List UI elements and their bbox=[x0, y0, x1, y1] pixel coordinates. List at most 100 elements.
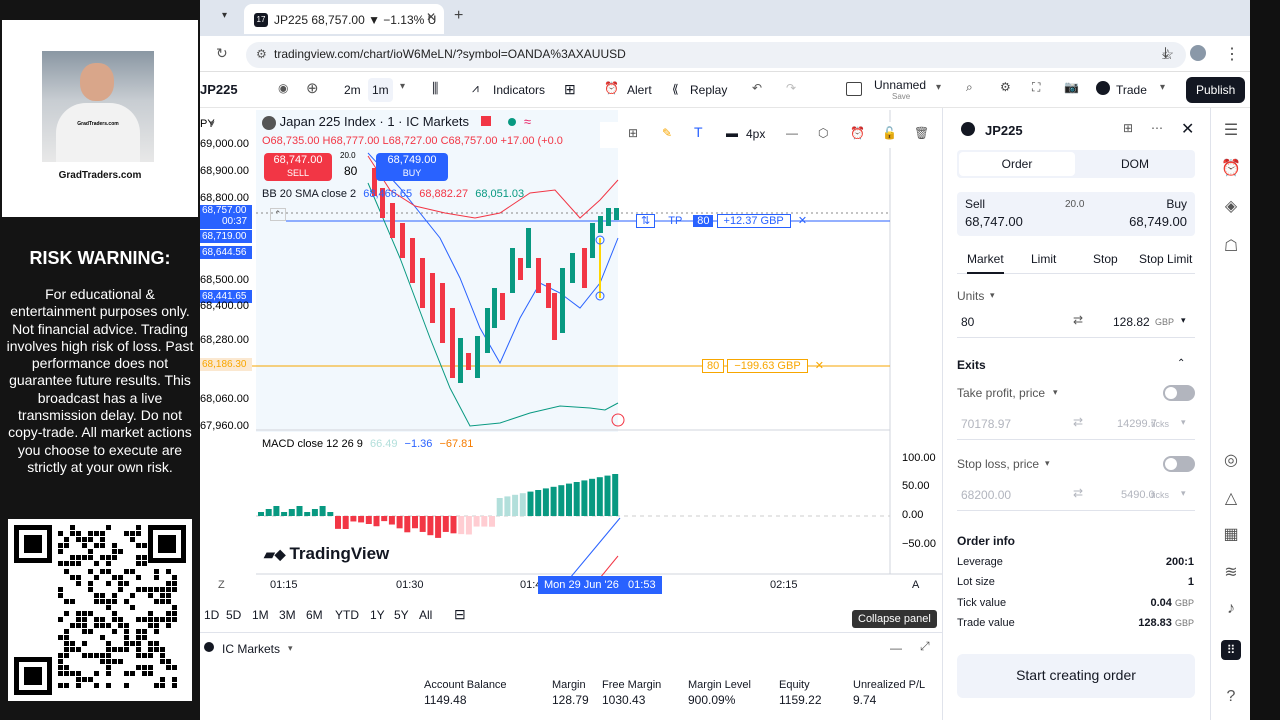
undo-icon[interactable]: ↶ bbox=[752, 81, 762, 95]
tab-list-icon[interactable]: ▾ bbox=[222, 10, 227, 21]
publish-button[interactable]: Publish bbox=[1186, 77, 1246, 103]
target-icon[interactable]: ◎ bbox=[1221, 450, 1241, 470]
stream-icon[interactable]: ≋ bbox=[1221, 562, 1241, 582]
type-stop-limit[interactable]: Stop Limit bbox=[1139, 252, 1192, 266]
interval-1m[interactable]: 1m bbox=[368, 78, 393, 102]
range-1y[interactable]: 1Y bbox=[370, 608, 385, 622]
range-5y[interactable]: 5Y bbox=[394, 608, 409, 622]
interval-2m[interactable]: 2m bbox=[344, 83, 361, 97]
brush-size[interactable]: 4px bbox=[746, 127, 765, 141]
tp-ticks-dropdown-icon[interactable]: ▾ bbox=[1181, 417, 1186, 428]
new-tab-icon[interactable]: + bbox=[454, 7, 463, 25]
buy-button[interactable]: 68,749.00 BUY bbox=[376, 153, 448, 181]
apps-icon[interactable]: ⠿ bbox=[1221, 640, 1241, 660]
tp-swap-icon[interactable]: ⇄ bbox=[1073, 415, 1083, 429]
layers-icon[interactable]: ◈ bbox=[1221, 196, 1241, 216]
type-market[interactable]: Market bbox=[967, 252, 1004, 274]
layout-toggle-icon[interactable]: ⊞ bbox=[1123, 121, 1133, 135]
tab-dom[interactable]: DOM bbox=[1077, 152, 1193, 176]
range-5d[interactable]: 5D bbox=[226, 608, 241, 622]
snapshot-icon[interactable]: 📷 bbox=[1064, 80, 1079, 94]
trade-button[interactable]: Trade bbox=[1116, 83, 1147, 97]
tp-drag-icon[interactable]: ⇅ bbox=[636, 214, 656, 228]
settings-icon[interactable]: ⚙ bbox=[1000, 80, 1011, 94]
settings-hex-icon[interactable]: ⬡ bbox=[818, 126, 828, 140]
exits-collapse-icon[interactable]: ⌃ bbox=[1177, 358, 1185, 369]
browser-menu-icon[interactable]: ⋮ bbox=[1224, 44, 1240, 64]
maximize-panel-icon[interactable]: ⤢ bbox=[920, 639, 930, 654]
swap-icon[interactable]: ⇄ bbox=[1073, 313, 1083, 327]
indicators-button[interactable]: Indicators bbox=[493, 83, 545, 97]
units-label[interactable]: Units bbox=[957, 289, 984, 303]
layout-dropdown-icon[interactable]: ▾ bbox=[936, 82, 941, 93]
replay-button[interactable]: Replay bbox=[690, 83, 727, 97]
watchlist-icon[interactable]: ☰ bbox=[1221, 120, 1241, 140]
layout-name[interactable]: Unnamed bbox=[874, 78, 926, 92]
type-limit[interactable]: Limit bbox=[1031, 252, 1056, 266]
ideas-icon[interactable]: △ bbox=[1221, 488, 1241, 508]
interval-dropdown-icon[interactable]: ▾ bbox=[400, 81, 405, 92]
lock-icon[interactable]: 🔓 bbox=[882, 126, 897, 140]
symbol-search[interactable]: JP225 bbox=[200, 82, 238, 97]
quick-search-icon[interactable]: ⌕ bbox=[966, 80, 973, 95]
range-1d[interactable]: 1D bbox=[204, 608, 219, 622]
layout-save[interactable]: Save bbox=[892, 92, 910, 101]
fullscreen-icon[interactable]: ⛶ bbox=[1032, 80, 1040, 95]
sl-toggle[interactable] bbox=[1163, 456, 1195, 472]
collapse-legend-icon[interactable]: ⌃ bbox=[270, 208, 286, 221]
templates-icon[interactable]: ⊞ bbox=[564, 81, 576, 98]
trash-icon[interactable]: 🗑 bbox=[914, 126, 929, 140]
broker-dropdown-icon[interactable]: ▾ bbox=[288, 643, 293, 654]
quantity-value[interactable]: 80 bbox=[344, 164, 357, 178]
units-dropdown-icon[interactable]: ▾ bbox=[990, 290, 995, 301]
help-icon[interactable]: ? bbox=[1221, 688, 1241, 708]
tp-order-line[interactable]: ⇅ TP 80 +12.37 GBP ✕ bbox=[636, 214, 807, 228]
broker-name[interactable]: IC Markets bbox=[222, 642, 280, 656]
tp-toggle[interactable] bbox=[1163, 385, 1195, 401]
axis-dropdown-icon[interactable]: ▾ bbox=[210, 118, 215, 129]
trade-dropdown-icon[interactable]: ▾ bbox=[1160, 82, 1165, 93]
panel-more-icon[interactable]: ⋯ bbox=[1151, 121, 1163, 135]
auto-scale-button[interactable]: A bbox=[912, 579, 919, 591]
sl-input[interactable]: 68200.00 ⇄ 5490.0 ticks ▾ bbox=[957, 479, 1195, 511]
currency-dropdown-icon[interactable]: ▾ bbox=[1181, 315, 1186, 326]
sell-button[interactable]: 68,747.00 SELL bbox=[264, 153, 332, 181]
reload-icon[interactable]: ↻ bbox=[216, 45, 228, 62]
add-symbol-icon[interactable]: ⊕ bbox=[306, 79, 319, 97]
tp-dropdown-icon[interactable]: ▾ bbox=[1053, 387, 1058, 398]
layout-icon[interactable] bbox=[846, 82, 862, 96]
type-stop[interactable]: Stop bbox=[1093, 252, 1118, 266]
pencil-icon[interactable]: ✎ bbox=[662, 126, 672, 140]
sl-order-line[interactable]: 80 −199.63 GBP ✕ bbox=[702, 359, 824, 373]
bb-legend[interactable]: BB 20 SMA close 2 68,466.65 68,882.27 68… bbox=[262, 188, 524, 200]
alert-add-icon[interactable]: ⏰ bbox=[850, 126, 865, 140]
calendar-icon[interactable]: ▦ bbox=[1221, 524, 1241, 544]
range-1m[interactable]: 1M bbox=[252, 608, 269, 622]
line-tool-icon[interactable]: ▬ bbox=[726, 126, 738, 140]
site-info-icon[interactable]: ⚙ bbox=[256, 47, 267, 61]
sl-dropdown-icon[interactable]: ▾ bbox=[1045, 458, 1050, 469]
range-3m[interactable]: 3M bbox=[279, 608, 296, 622]
alert-button[interactable]: Alert bbox=[627, 83, 652, 97]
left-price-axis[interactable]: PY ▾ 69,000.00 68,900.00 68,800.00 68,75… bbox=[200, 108, 256, 432]
dash-icon[interactable]: — bbox=[786, 126, 798, 140]
chart-legend[interactable]: Japan 225 Index · 1 · IC Markets ≈ bbox=[262, 114, 531, 130]
tp-close-icon[interactable]: ✕ bbox=[798, 215, 807, 227]
text-tool-icon[interactable]: T bbox=[694, 124, 703, 140]
sl-ticks-dropdown-icon[interactable]: ▾ bbox=[1181, 488, 1186, 499]
tp-field-label[interactable]: Take profit, price bbox=[957, 386, 1045, 400]
macd-legend[interactable]: MACD close 12 26 9 66.49 −1.36 −67.81 bbox=[262, 438, 473, 450]
alerts-icon[interactable]: ⏰ bbox=[1221, 158, 1241, 178]
tp-input[interactable]: 70178.97 ⇄ 14299.7 ticks ▾ bbox=[957, 408, 1195, 440]
price-selector[interactable]: Sell 68,747.00 20.0 Buy 68,749.00 bbox=[957, 192, 1195, 236]
candles-icon[interactable]: ⫼ bbox=[432, 80, 438, 97]
date-range-icon[interactable]: ⊟ bbox=[454, 606, 466, 623]
minimize-panel-icon[interactable]: — bbox=[890, 641, 902, 655]
download-icon[interactable]: ⤓ bbox=[1162, 45, 1169, 63]
sl-swap-icon[interactable]: ⇄ bbox=[1073, 486, 1083, 500]
url-field[interactable]: ⚙ tradingview.com/chart/ioW6MeLN/?symbol… bbox=[246, 42, 1186, 68]
start-order-button[interactable]: Start creating order bbox=[957, 654, 1195, 698]
grid-icon[interactable]: ⊞ bbox=[628, 126, 638, 140]
profile-avatar[interactable] bbox=[1190, 45, 1206, 61]
notifications-icon[interactable]: ♪ bbox=[1221, 600, 1241, 620]
